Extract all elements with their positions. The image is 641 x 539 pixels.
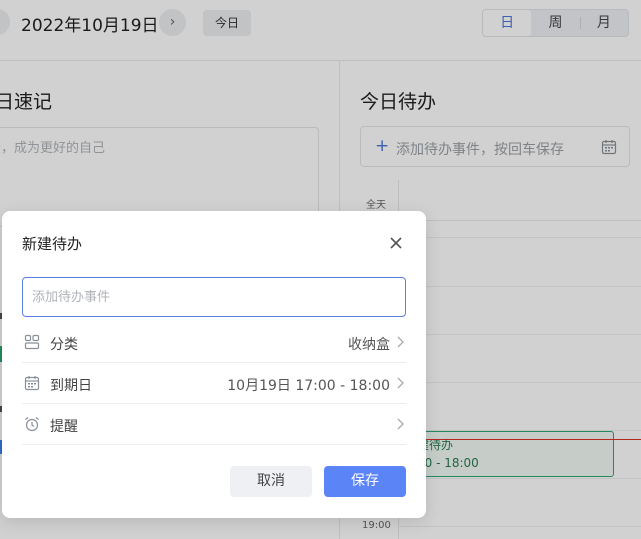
alarm-clock-icon (25, 417, 39, 432)
new-todo-dialog: 新建待办 分类 收纳盒 到期日 10月19日 17:00 - 1 (2, 211, 426, 518)
chevron-right-icon (397, 336, 404, 348)
dialog-title: 新建待办 (22, 235, 83, 253)
category-label: 分类 (50, 337, 78, 353)
category-icon (24, 334, 40, 350)
chevron-right-icon (397, 418, 404, 430)
due-date-row[interactable]: 到期日 10月19日 17:00 - 18:00 (22, 363, 406, 404)
category-row[interactable]: 分类 收纳盒 (22, 322, 406, 363)
save-button[interactable]: 保存 (324, 466, 406, 497)
due-date-label: 到期日 (50, 378, 92, 394)
chevron-right-icon (397, 377, 404, 389)
todo-title-input[interactable] (22, 277, 406, 317)
calendar-icon (24, 376, 40, 391)
close-icon[interactable] (388, 235, 404, 251)
category-value: 收纳盒 (348, 337, 390, 353)
due-date-value: 10月19日 17:00 - 18:00 (227, 378, 390, 394)
cancel-button[interactable]: 取消 (230, 466, 312, 497)
reminder-row[interactable]: 提醒 (22, 404, 406, 445)
reminder-label: 提醒 (50, 419, 78, 435)
